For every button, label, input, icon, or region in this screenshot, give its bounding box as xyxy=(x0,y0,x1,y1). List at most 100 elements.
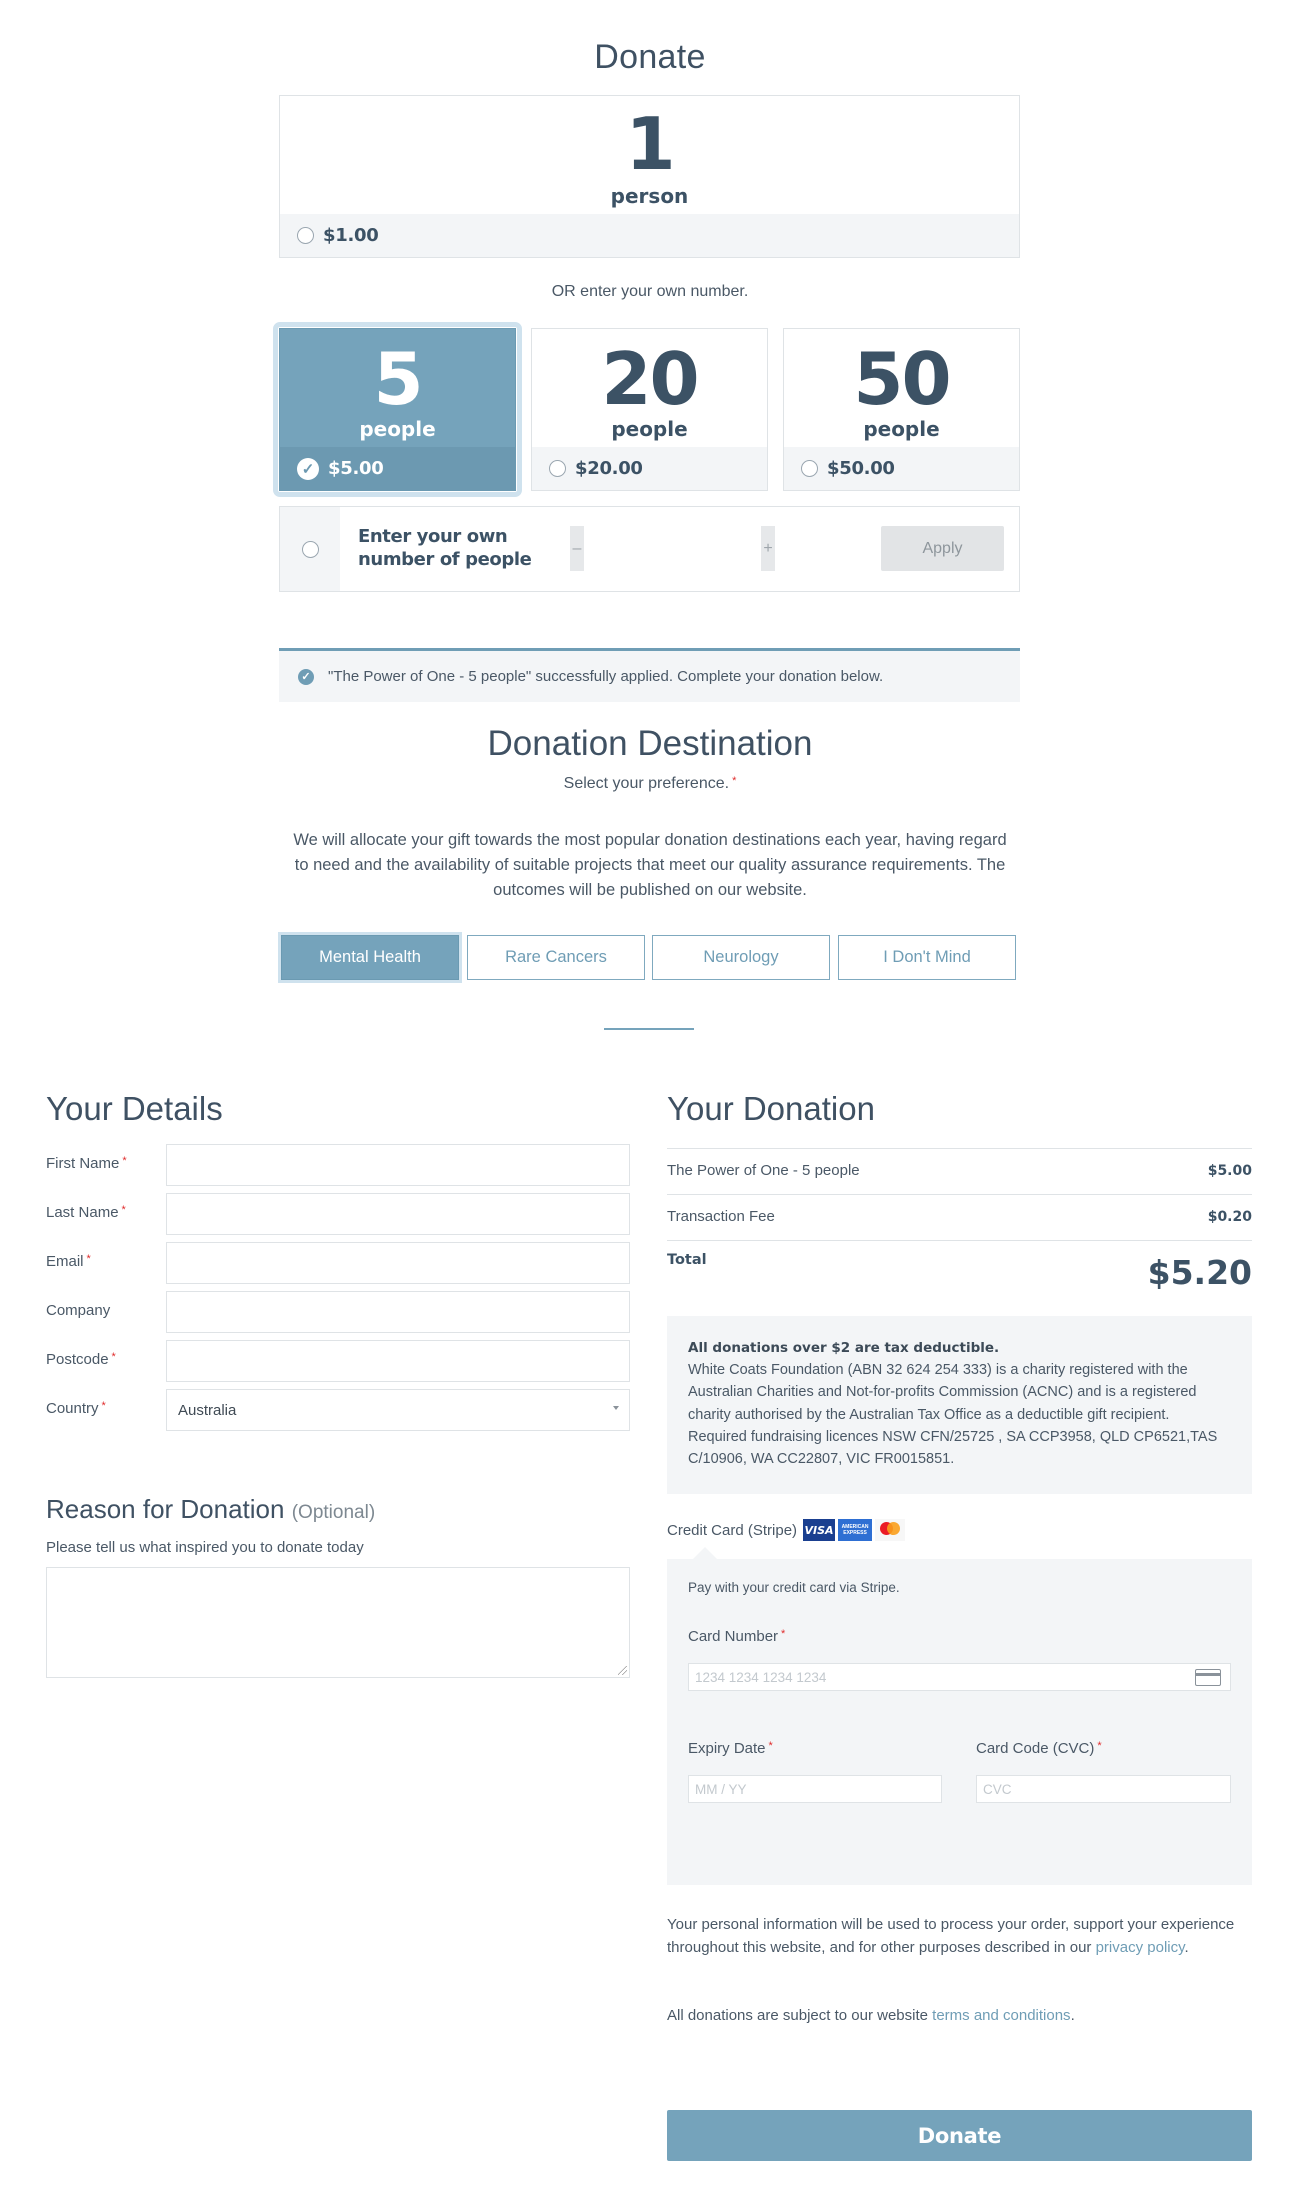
reason-textarea[interactable] xyxy=(47,1568,629,1677)
radio-button[interactable] xyxy=(549,460,566,477)
decrement-button[interactable]: – xyxy=(570,526,584,571)
required-mark: * xyxy=(121,1204,126,1216)
company-field[interactable] xyxy=(166,1291,630,1333)
summary-row: Transaction Fee $0.20 xyxy=(667,1194,1252,1240)
dropdown-arrow-icon xyxy=(613,1406,619,1410)
summary-item-amount: $5.00 xyxy=(1207,1163,1252,1179)
destination-option-neurology[interactable]: Neurology xyxy=(652,935,830,980)
donation-option-50-people[interactable]: 50 people $50.00 xyxy=(783,328,1020,491)
required-mark: * xyxy=(122,1155,127,1167)
payment-method-label[interactable]: Credit Card (Stripe) VISA AMERICAN EXPRE… xyxy=(667,1519,906,1541)
terms-text: All donations are subject to our website xyxy=(667,2007,933,2024)
label-text: Card Number xyxy=(688,1628,779,1645)
apply-button[interactable]: Apply xyxy=(881,526,1004,571)
last-name-label: Last Name * xyxy=(46,1204,126,1221)
label-text: First Name xyxy=(46,1155,120,1172)
people-quantity-input[interactable] xyxy=(584,526,761,571)
panel-pointer xyxy=(693,1547,717,1559)
cvc-input[interactable]: CVC xyxy=(976,1775,1231,1803)
label-text: Expiry Date xyxy=(688,1740,766,1757)
custom-number-label: Enter your own number of people xyxy=(358,525,532,571)
destination-option-rare-cancers[interactable]: Rare Cancers xyxy=(467,935,645,980)
custom-radio-cell xyxy=(280,507,340,591)
stripe-payment-panel xyxy=(667,1559,1252,1885)
label-text: Postcode xyxy=(46,1351,109,1368)
email-field[interactable] xyxy=(166,1242,630,1284)
country-select[interactable]: Australia xyxy=(166,1389,630,1431)
postcode-input[interactable] xyxy=(167,1341,629,1381)
radio-button[interactable] xyxy=(801,460,818,477)
required-mark: * xyxy=(768,1740,773,1752)
label-text: Last Name xyxy=(46,1204,119,1221)
company-input[interactable] xyxy=(167,1292,629,1332)
details-title: Your Details xyxy=(46,1090,223,1127)
required-mark: * xyxy=(86,1253,91,1265)
company-label: Company xyxy=(46,1302,110,1319)
custom-number-option: Enter your own number of people – + Appl… xyxy=(279,506,1020,592)
label-text: Email xyxy=(46,1253,84,1270)
destination-option-dont-mind[interactable]: I Don't Mind xyxy=(838,935,1016,980)
donation-option-1-person[interactable]: 1 person $1.00 xyxy=(279,95,1020,258)
option-price: $5.00 xyxy=(328,458,384,479)
country-selected-value: Australia xyxy=(178,1401,237,1419)
summary-row: The Power of One - 5 people $5.00 xyxy=(667,1148,1252,1194)
postcode-field[interactable] xyxy=(166,1340,630,1382)
reason-title-text: Reason for Donation xyxy=(46,1494,285,1524)
option-price: $50.00 xyxy=(827,458,895,479)
first-name-label: First Name * xyxy=(46,1155,127,1172)
option-number: 50 xyxy=(853,337,951,421)
tax-body: White Coats Foundation (ABN 32 624 254 3… xyxy=(688,1362,1218,1468)
option-unit: people xyxy=(359,417,436,441)
checkmark-icon[interactable]: ✓ xyxy=(297,457,319,480)
required-mark: * xyxy=(1097,1740,1102,1752)
tax-deductible-info: All donations over $2 are tax deductible… xyxy=(667,1316,1252,1494)
destination-option-mental-health[interactable]: Mental Health xyxy=(281,935,459,980)
reason-title: Reason for Donation (Optional) xyxy=(46,1494,375,1525)
email-input[interactable] xyxy=(167,1243,629,1283)
cvc-placeholder: CVC xyxy=(983,1781,1012,1797)
expiry-placeholder: MM / YY xyxy=(695,1781,747,1797)
summary-total-row: Total $5.20 xyxy=(667,1240,1252,1300)
option-footer: $50.00 xyxy=(784,447,1019,490)
option-footer: $20.00 xyxy=(532,447,767,490)
summary-item-label: The Power of One - 5 people xyxy=(667,1162,860,1179)
stripe-intro: Pay with your credit card via Stripe. xyxy=(688,1580,900,1595)
terms-link[interactable]: terms and conditions xyxy=(932,2007,1070,2024)
last-name-field[interactable] xyxy=(166,1193,630,1235)
resize-handle-icon[interactable] xyxy=(618,1666,627,1675)
optional-tag: (Optional) xyxy=(291,1502,376,1523)
option-footer: $1.00 xyxy=(280,214,1019,257)
success-notice: ✓ "The Power of One - 5 people" successf… xyxy=(279,648,1020,702)
first-name-field[interactable] xyxy=(166,1144,630,1186)
first-name-input[interactable] xyxy=(167,1145,629,1185)
section-divider xyxy=(604,1028,694,1030)
radio-button[interactable] xyxy=(297,227,314,244)
custom-label-line-2: number of people xyxy=(358,549,532,570)
radio-button[interactable] xyxy=(301,540,319,558)
postcode-label: Postcode * xyxy=(46,1351,116,1368)
required-mark: * xyxy=(111,1351,116,1363)
country-label: Country * xyxy=(46,1400,106,1417)
expiry-label: Expiry Date * xyxy=(688,1740,773,1757)
donate-button[interactable]: Donate xyxy=(667,2110,1252,2161)
reason-hint: Please tell us what inspired you to dona… xyxy=(46,1539,364,1556)
last-name-input[interactable] xyxy=(167,1194,629,1234)
privacy-end: . xyxy=(1184,1938,1189,1956)
card-number-input[interactable]: 1234 1234 1234 1234 xyxy=(688,1663,1231,1691)
privacy-policy-link[interactable]: privacy policy xyxy=(1096,1939,1185,1956)
summary-item-label: Transaction Fee xyxy=(667,1208,775,1225)
notice-text: "The Power of One - 5 people" successful… xyxy=(328,668,884,685)
label-text: Company xyxy=(46,1302,111,1319)
or-enter-own-text: OR enter your own number. xyxy=(551,283,749,300)
destination-subtitle: Select your preference. * xyxy=(0,775,1300,793)
total-amount: $5.20 xyxy=(1147,1253,1252,1292)
mastercard-logo-icon xyxy=(875,1519,906,1541)
donation-option-20-people[interactable]: 20 people $20.00 xyxy=(531,328,768,491)
donation-option-5-people[interactable]: 5 people ✓ $5.00 xyxy=(279,328,516,491)
option-price: $20.00 xyxy=(575,458,643,479)
summary-item-amount: $0.20 xyxy=(1207,1209,1252,1225)
option-footer: ✓ $5.00 xyxy=(280,447,515,490)
expiry-input[interactable]: MM / YY xyxy=(688,1775,942,1803)
required-mark: * xyxy=(732,775,737,787)
increment-button[interactable]: + xyxy=(761,526,775,571)
